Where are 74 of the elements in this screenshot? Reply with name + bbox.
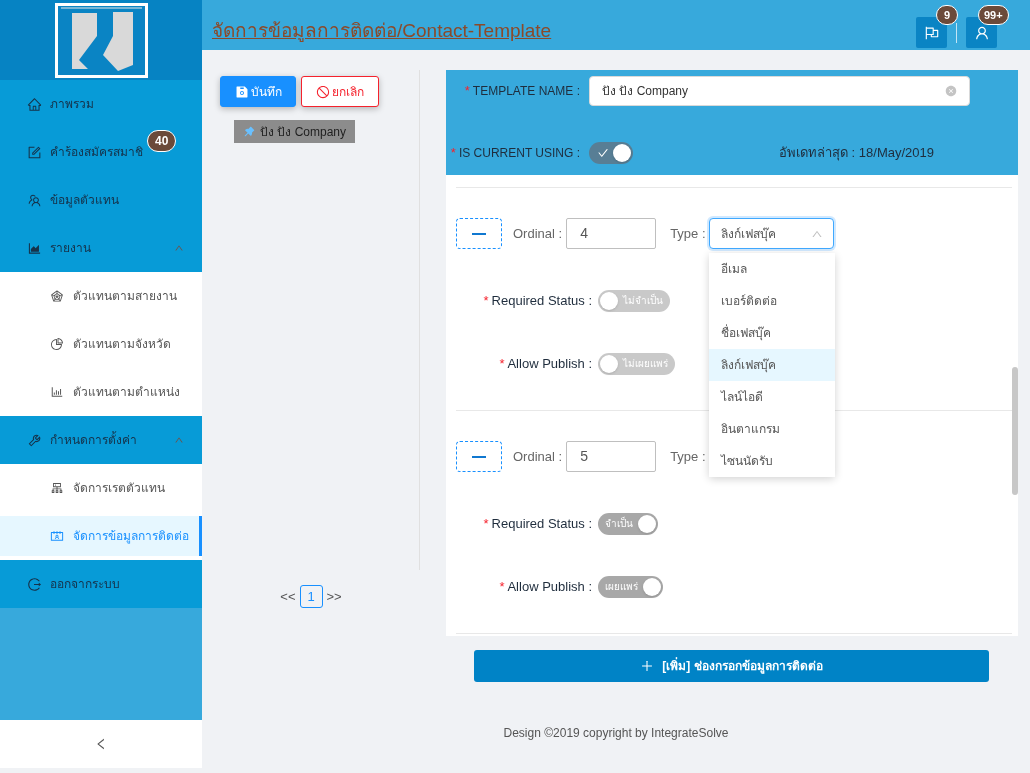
notification-badge: 9 [936, 5, 958, 25]
sidebar-item[interactable]: คำร้องสมัครสมาชิ 40 [0, 128, 202, 176]
ordinal-input[interactable]: 4 [566, 218, 657, 249]
sidebar-item[interactable]: ภาพรวม [0, 80, 202, 128]
people-icon [27, 192, 42, 208]
submenu-item[interactable]: จัดการเรตตัวแทน [0, 468, 202, 508]
field-label: Required Status : [491, 515, 592, 534]
pie-chart-icon [50, 337, 64, 351]
field-label: TEMPLATE NAME : [472, 83, 580, 100]
save-icon [234, 84, 249, 99]
network-icon [50, 481, 64, 495]
last-updated-text: อัพเดทล่าสุด : 18/May/2019 [779, 144, 934, 163]
ordinal-label: Ordinal : [513, 447, 563, 466]
sidebar-item[interactable]: ออกจากระบบ [0, 560, 202, 608]
contact-card-icon [50, 529, 64, 543]
field-label: IS CURRENT USING : [458, 145, 580, 162]
dropdown-option[interactable]: ลิงก์เฟสบุ๊ค [708, 349, 835, 381]
submenu-item[interactable]: ตัวแทนตามจังหวัด [0, 324, 202, 364]
toggle-switch[interactable] [589, 142, 633, 164]
required-mark: * [464, 82, 470, 101]
minus-icon [472, 232, 486, 235]
prev-page-link[interactable]: << [280, 586, 296, 607]
submenu-item[interactable]: ตัวแทนตามสายงาน [0, 276, 202, 316]
remove-button[interactable] [456, 218, 502, 249]
ban-icon [316, 84, 330, 99]
plus-icon [640, 659, 655, 673]
sidebar-item[interactable]: ข้อมูลตัวแทน [0, 176, 202, 224]
template-name-input[interactable]: ปัง ปัง Company [589, 76, 970, 106]
type-select[interactable]: ลิงก์เฟสบุ๊ค [708, 218, 834, 249]
submenu-item[interactable]: ตัวแทนตามตำแหน่ง [0, 372, 202, 412]
field-label: Allow Publish : [507, 578, 592, 597]
page-title: จัดการข้อมูลการติดต่อ/Contact-Template [212, 19, 552, 44]
footer-text: Design ©2019 copyright by IntegrateSolve [503, 725, 729, 742]
sidebar-item[interactable]: รายงาน [0, 224, 202, 272]
required-mark: * [499, 355, 505, 374]
remove-button[interactable] [456, 441, 502, 472]
required-mark: * [450, 144, 456, 163]
next-page-link[interactable]: >> [326, 586, 342, 607]
ordinal-input[interactable]: 5 [566, 441, 657, 472]
dropdown-option[interactable]: ไซนนัดรับ [708, 445, 835, 477]
count-badge: 40 [147, 130, 177, 152]
pin-icon [243, 125, 256, 138]
dropdown-option[interactable]: เบอร์ติดต่อ [708, 285, 835, 317]
flag-icon [923, 24, 940, 41]
notification-badge: 99+ [978, 5, 1009, 25]
exit-icon [27, 576, 42, 592]
radar-chart-icon [50, 289, 64, 303]
required-mark: * [499, 578, 505, 597]
dropdown-option[interactable]: ชื่อเฟสบุ๊ค [708, 317, 835, 349]
dropdown-option[interactable]: อีเมล [708, 253, 835, 285]
required-mark: * [483, 292, 489, 311]
home-icon [27, 96, 42, 112]
minus-icon [472, 455, 486, 458]
dropdown-option[interactable]: ไลน์ไอดี [708, 381, 835, 413]
edit-icon [27, 144, 42, 160]
check-icon [597, 147, 609, 159]
add-contact-button[interactable]: [เพิ่ม] ช่องกรอกข้อมูลการติดต่อ [474, 650, 989, 682]
cancel-button[interactable]: ยกเลิก [301, 76, 379, 107]
dropdown-option[interactable]: อินตาแกรม [708, 413, 835, 445]
ordinal-label: Ordinal : [513, 224, 563, 243]
clear-icon[interactable] [945, 85, 957, 97]
field-label: Allow Publish : [507, 355, 592, 374]
scrollbar-thumb[interactable] [1012, 367, 1018, 495]
area-chart-icon [27, 240, 42, 256]
bar-chart-icon [50, 385, 64, 399]
field-label: Required Status : [491, 292, 592, 311]
type-label: Type : [670, 224, 706, 243]
wrench-icon [27, 432, 42, 448]
user-icon [973, 24, 990, 41]
flag-button[interactable] [916, 17, 947, 48]
template-tag[interactable]: ปัง ปัง Company [234, 120, 356, 143]
type-label: Type : [670, 447, 706, 466]
sidebar-item[interactable]: กำหนดการตั้งค่า [0, 416, 202, 464]
required-mark: * [483, 515, 489, 534]
